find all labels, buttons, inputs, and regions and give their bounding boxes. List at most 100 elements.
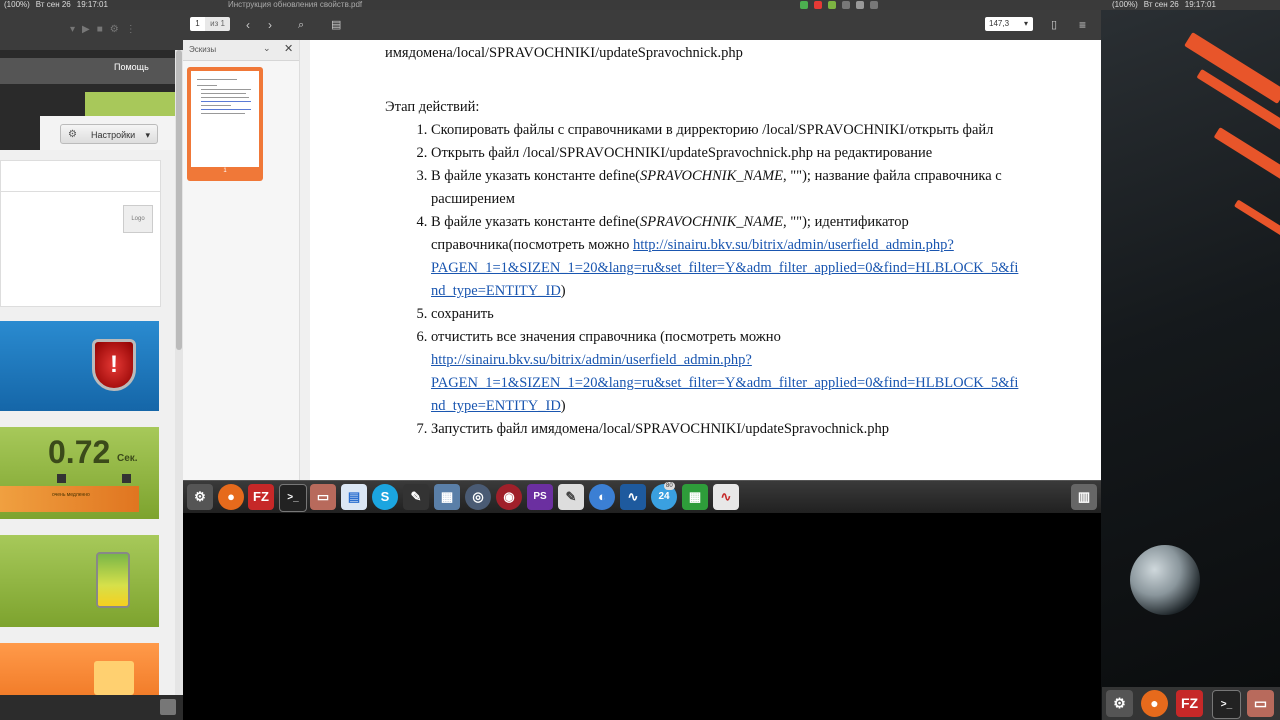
battery-tile[interactable]	[0, 535, 159, 627]
help-button[interactable]: Помощь	[114, 62, 149, 72]
left-battery-text: (100%)	[4, 0, 30, 9]
speed-label: очень медленно	[52, 492, 90, 498]
list-item: Открыть файл /local/SPRAVOCHNIKI/updateS…	[431, 142, 1045, 165]
play-icon[interactable]: ▶	[82, 24, 90, 35]
search-icon[interactable]: ⌕	[298, 10, 304, 40]
system-tray-right[interactable]: (100%) Вт сен 26 19:17:01	[1112, 0, 1216, 10]
list-item: Скопировать файлы с справочниками в дирр…	[431, 119, 1045, 142]
trash-icon[interactable]	[160, 699, 176, 715]
speed-unit: Сек.	[117, 453, 138, 464]
pen-icon[interactable]: ✎	[403, 484, 429, 510]
record-app-icon[interactable]: ◉	[496, 484, 522, 510]
thumbnail-page	[191, 71, 259, 167]
left-scrollbar[interactable]	[175, 50, 183, 695]
steam-icon[interactable]: ◎	[465, 484, 491, 510]
terminal-icon[interactable]: >_	[279, 484, 307, 512]
mail-icon[interactable]	[842, 1, 850, 9]
empty-desktop-area	[183, 513, 1101, 720]
system-monitor-icon[interactable]: ∿	[620, 484, 646, 510]
wifi-icon[interactable]	[856, 1, 864, 9]
firefox-icon[interactable]: ●	[1141, 690, 1168, 717]
left-bottom-bar	[0, 695, 183, 720]
chromium-icon[interactable]: ◐	[589, 484, 615, 510]
speed-value: 0.72	[48, 434, 111, 470]
chevron-down-icon[interactable]: ⌄	[263, 43, 271, 54]
speed-marker	[57, 474, 66, 483]
filezilla-icon[interactable]: FZ	[1176, 690, 1203, 717]
more-icon[interactable]: ⋮	[126, 24, 136, 35]
shop-tile[interactable]	[0, 643, 159, 695]
doc-link[interactable]: http://sinairu.bkv.su/bitrix/admin/userf…	[431, 352, 1018, 414]
document-content: имядомена/local/SPRAVOCHNIKI/updateSprav…	[385, 40, 1045, 441]
dropdown-icon[interactable]: ▾	[70, 24, 75, 35]
document-icon[interactable]: ▤	[341, 484, 367, 510]
time-text[interactable]: 19:17:01	[1185, 0, 1216, 10]
left-time-text: 19:17:01	[76, 0, 108, 9]
network-icon[interactable]: ▦	[434, 484, 460, 510]
bluetooth-icon[interactable]	[870, 1, 878, 9]
sidebar-title: Эскизы	[189, 45, 217, 54]
list-item: сохранить	[431, 303, 1045, 326]
notification-badge: 80	[664, 482, 675, 490]
file-manager-icon[interactable]: ▭	[1247, 690, 1274, 717]
sidebar-scrollbar[interactable]	[299, 40, 310, 480]
battery-text[interactable]: (100%)	[1112, 0, 1138, 10]
settings-button[interactable]: ⚙ Настройки ▾	[60, 124, 158, 144]
phpstorm-icon[interactable]: PS	[527, 484, 553, 510]
logo-placeholder: Logo	[123, 205, 153, 233]
speed-bar	[0, 486, 139, 512]
chevron-down-icon: ▾	[1023, 19, 1028, 28]
shopping-bag-icon	[94, 661, 134, 695]
zoom-value: 147,3	[989, 19, 1010, 28]
desktop-wallpaper	[1100, 0, 1280, 720]
text-editor-icon[interactable]: ✎	[558, 484, 584, 510]
wallpaper-streak	[1213, 127, 1280, 185]
prev-page-icon[interactable]: ‹	[246, 10, 250, 40]
trash-icon[interactable]: ▥	[1071, 484, 1097, 510]
speed-marker	[122, 474, 131, 483]
terminal-icon[interactable]: >_	[1212, 690, 1241, 719]
bookmark-icon[interactable]: ▯	[1051, 10, 1057, 40]
content-panel	[0, 160, 161, 307]
annotate-icon[interactable]: ▤	[331, 10, 341, 40]
left-date-text: Вт сен 26	[35, 0, 71, 9]
chevron-down-icon: ▾	[145, 130, 150, 140]
steps-list: Скопировать файлы с справочниками в дирр…	[385, 119, 1045, 441]
close-icon[interactable]: ✕	[284, 42, 293, 55]
list-item: отчистить все значения справочника (посм…	[431, 326, 1045, 418]
check-icon[interactable]	[800, 1, 808, 9]
shield-icon: !	[92, 339, 136, 391]
page-number-input[interactable]: 1	[190, 17, 205, 31]
zoom-select[interactable]: 147,3 ▾	[985, 17, 1033, 31]
viewer-toolbar: ‹ › ⌕ ▤ ▯ ≡	[183, 10, 1101, 40]
battery-icon	[96, 552, 130, 608]
firefox-icon[interactable]: ●	[218, 484, 244, 510]
list-item: В файле указать константе define(SPRAVOC…	[431, 211, 1045, 303]
menu-icon[interactable]: ≡	[1079, 10, 1086, 40]
pdf-viewer-icon[interactable]: ∿	[713, 484, 739, 510]
gear-icon[interactable]: ⚙	[110, 24, 119, 35]
filezilla-icon[interactable]: FZ	[248, 484, 274, 510]
system-settings-icon[interactable]: ⚙	[1106, 690, 1133, 717]
window-title: Инструкция обновления свойств.pdf	[228, 0, 363, 9]
wallpaper-streak	[1233, 199, 1280, 249]
system-tray[interactable]	[800, 0, 878, 9]
next-page-icon[interactable]: ›	[268, 10, 272, 40]
date-text[interactable]: Вт сен 26	[1144, 0, 1179, 10]
header-stripe	[85, 92, 175, 116]
list-item: Запустить файл имядомена/local/SPRAVOCHN…	[431, 418, 1045, 441]
spreadsheet-icon[interactable]: ▦	[682, 484, 708, 510]
skype-icon[interactable]: S	[372, 484, 398, 510]
list-item: В файле указать константе define(SPRAVOC…	[431, 165, 1045, 211]
thumbnail-label: 1	[223, 168, 227, 174]
page-count: из 1	[205, 17, 230, 31]
file-manager-icon[interactable]: ▭	[310, 484, 336, 510]
browser-toolbar: ▾ ▶ ■ ⚙ ⋮	[0, 10, 183, 50]
chat-icon[interactable]	[828, 1, 836, 9]
record-icon[interactable]	[814, 1, 822, 9]
stop-icon[interactable]: ■	[97, 24, 103, 35]
top-panel: (100%) Вт сен 26 19:17:01 Инструкция обн…	[0, 0, 1280, 10]
system-settings-icon[interactable]: ⚙	[187, 484, 213, 510]
wallpaper-moon	[1130, 545, 1200, 615]
left-panel-tray: (100%) Вт сен 26 19:17:01	[4, 0, 108, 10]
